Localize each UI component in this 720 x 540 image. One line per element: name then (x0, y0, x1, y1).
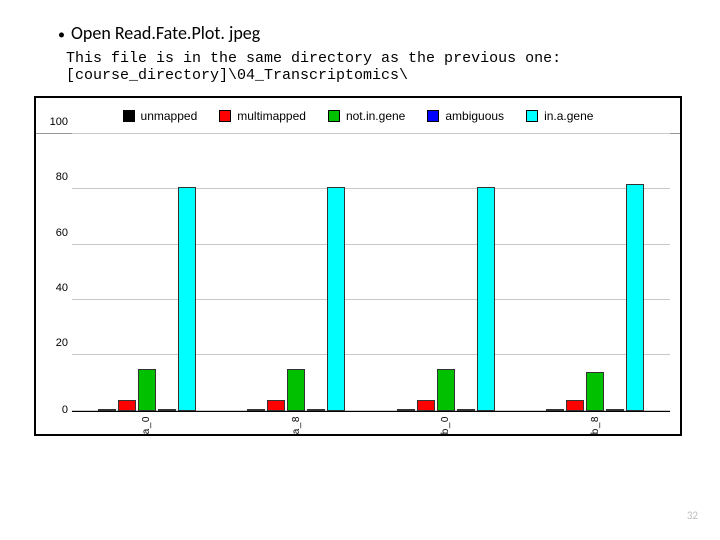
bar-multimapped (118, 400, 136, 411)
page-number: 32 (687, 509, 698, 522)
legend-ambiguous: ambiguous (427, 109, 504, 123)
bar-groups (72, 134, 670, 411)
bar-ambiguous (307, 409, 325, 411)
slide: • Open Read.Fate.Plot. jpeg This file is… (0, 0, 720, 540)
legend-notingene: not.in.gene (328, 109, 405, 123)
legend-label: multimapped (237, 109, 306, 123)
x-label-text: b_0 (440, 416, 451, 434)
bar-ambiguous (457, 409, 475, 411)
swatch-inagene-icon (526, 110, 538, 122)
bar-in-a-gene (626, 184, 644, 411)
bar-multimapped (267, 400, 285, 411)
legend-label: in.a.gene (544, 109, 593, 123)
chart-legend: unmapped multimapped not.in.gene ambiguo… (36, 98, 680, 134)
x-label-b0: b_0 (371, 412, 521, 434)
plot-inner (72, 134, 670, 411)
bar-unmapped (546, 409, 564, 411)
bar-unmapped (98, 409, 116, 411)
bar-group (222, 134, 372, 411)
swatch-ambiguous-icon (427, 110, 439, 122)
legend-label: not.in.gene (346, 109, 405, 123)
file-path-description: This file is in the same directory as th… (66, 50, 692, 84)
legend-unmapped: unmapped (123, 109, 198, 123)
y-tick-0: 0 (62, 404, 68, 416)
bar-unmapped (397, 409, 415, 411)
swatch-unmapped-icon (123, 110, 135, 122)
x-label-text: a_0 (141, 416, 152, 434)
bar-in-a-gene (477, 187, 495, 411)
plot-area: 0 20 40 60 80 100 (36, 134, 680, 411)
bar-group (521, 134, 671, 411)
bar-multimapped (417, 400, 435, 411)
bullet-glyph: • (58, 28, 65, 42)
x-label-a8: a_8 (222, 412, 372, 434)
y-axis: 0 20 40 60 80 100 (36, 134, 72, 411)
chart-frame: unmapped multimapped not.in.gene ambiguo… (34, 96, 682, 436)
bullet-row: • Open Read.Fate.Plot. jpeg (58, 22, 692, 44)
x-label-text: a_8 (291, 416, 302, 434)
bar-not-in-gene (138, 369, 156, 411)
legend-label: unmapped (141, 109, 198, 123)
x-label-b8: b_8 (521, 412, 671, 434)
legend-label: ambiguous (445, 109, 504, 123)
y-tick-80: 80 (56, 171, 68, 183)
bar-unmapped (247, 409, 265, 411)
y-tick-20: 20 (56, 337, 68, 349)
swatch-notingene-icon (328, 110, 340, 122)
y-tick-40: 40 (56, 282, 68, 294)
bar-not-in-gene (287, 369, 305, 411)
bar-multimapped (566, 400, 584, 411)
swatch-multimapped-icon (219, 110, 231, 122)
bar-in-a-gene (178, 187, 196, 411)
y-tick-100: 100 (50, 116, 68, 128)
bar-group (72, 134, 222, 411)
page-title: Open Read.Fate.Plot. jpeg (71, 22, 260, 44)
bar-in-a-gene (327, 187, 345, 411)
x-label-a0: a_0 (72, 412, 222, 434)
bar-ambiguous (606, 409, 624, 411)
x-axis-row: a_0 a_8 b_0 b_8 (36, 411, 680, 434)
bar-not-in-gene (437, 369, 455, 411)
y-tick-60: 60 (56, 227, 68, 239)
bar-group (371, 134, 521, 411)
bar-ambiguous (158, 409, 176, 411)
legend-multimapped: multimapped (219, 109, 306, 123)
legend-inagene: in.a.gene (526, 109, 593, 123)
bar-not-in-gene (586, 372, 604, 411)
x-axis: a_0 a_8 b_0 b_8 (72, 411, 670, 434)
x-label-text: b_8 (590, 416, 601, 434)
